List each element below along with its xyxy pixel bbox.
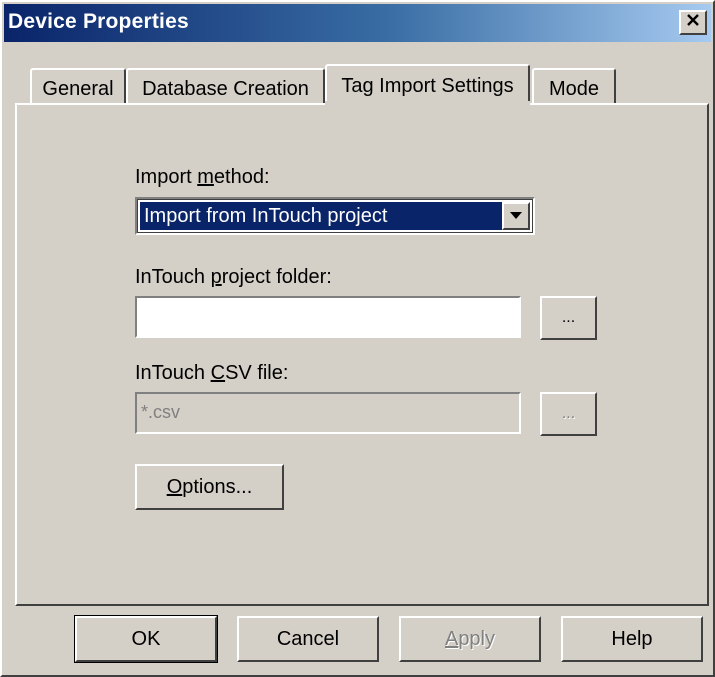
csv-file-input[interactable]: *.csv [135, 392, 521, 434]
csv-file-label: InTouch CSV file: [135, 362, 289, 384]
project-folder-label: InTouch project folder: [135, 266, 332, 288]
tab-database-creation[interactable]: Database Creation [126, 68, 325, 106]
close-button[interactable] [679, 10, 707, 35]
browse-csv-file-button[interactable]: ... [540, 392, 597, 436]
project-folder-input[interactable] [135, 296, 521, 338]
browse-project-folder-button[interactable]: ... [540, 296, 597, 340]
tab-label: Tag Import Settings [341, 75, 514, 97]
tab-mode[interactable]: Mode [532, 68, 616, 106]
import-method-select[interactable]: Import from InTouch project [135, 197, 535, 235]
active-tab-join [325, 101, 530, 107]
title-bar[interactable]: Device Properties [4, 4, 711, 42]
chevron-down-icon [509, 207, 523, 225]
device-properties-dialog: Device Properties General Database Creat… [0, 0, 715, 677]
dropdown-button[interactable] [502, 202, 530, 230]
tab-general[interactable]: General [30, 68, 126, 106]
tab-label: General [42, 78, 114, 100]
tab-label: Mode [548, 78, 600, 100]
ok-button[interactable]: OK [74, 615, 218, 663]
tab-label: Database Creation [142, 78, 309, 100]
options-button[interactable]: Options... [135, 464, 284, 510]
tab-tag-import-settings[interactable]: Tag Import Settings [325, 64, 530, 106]
cancel-button[interactable]: Cancel [237, 616, 379, 662]
help-button[interactable]: Help [561, 616, 703, 662]
close-icon [686, 13, 700, 32]
window-title: Device Properties [8, 10, 189, 33]
import-method-selected-value: Import from InTouch project [140, 202, 502, 230]
tag-import-settings-panel [15, 103, 709, 606]
apply-button[interactable]: Apply [399, 616, 541, 662]
import-method-label: Import method: [135, 166, 270, 188]
